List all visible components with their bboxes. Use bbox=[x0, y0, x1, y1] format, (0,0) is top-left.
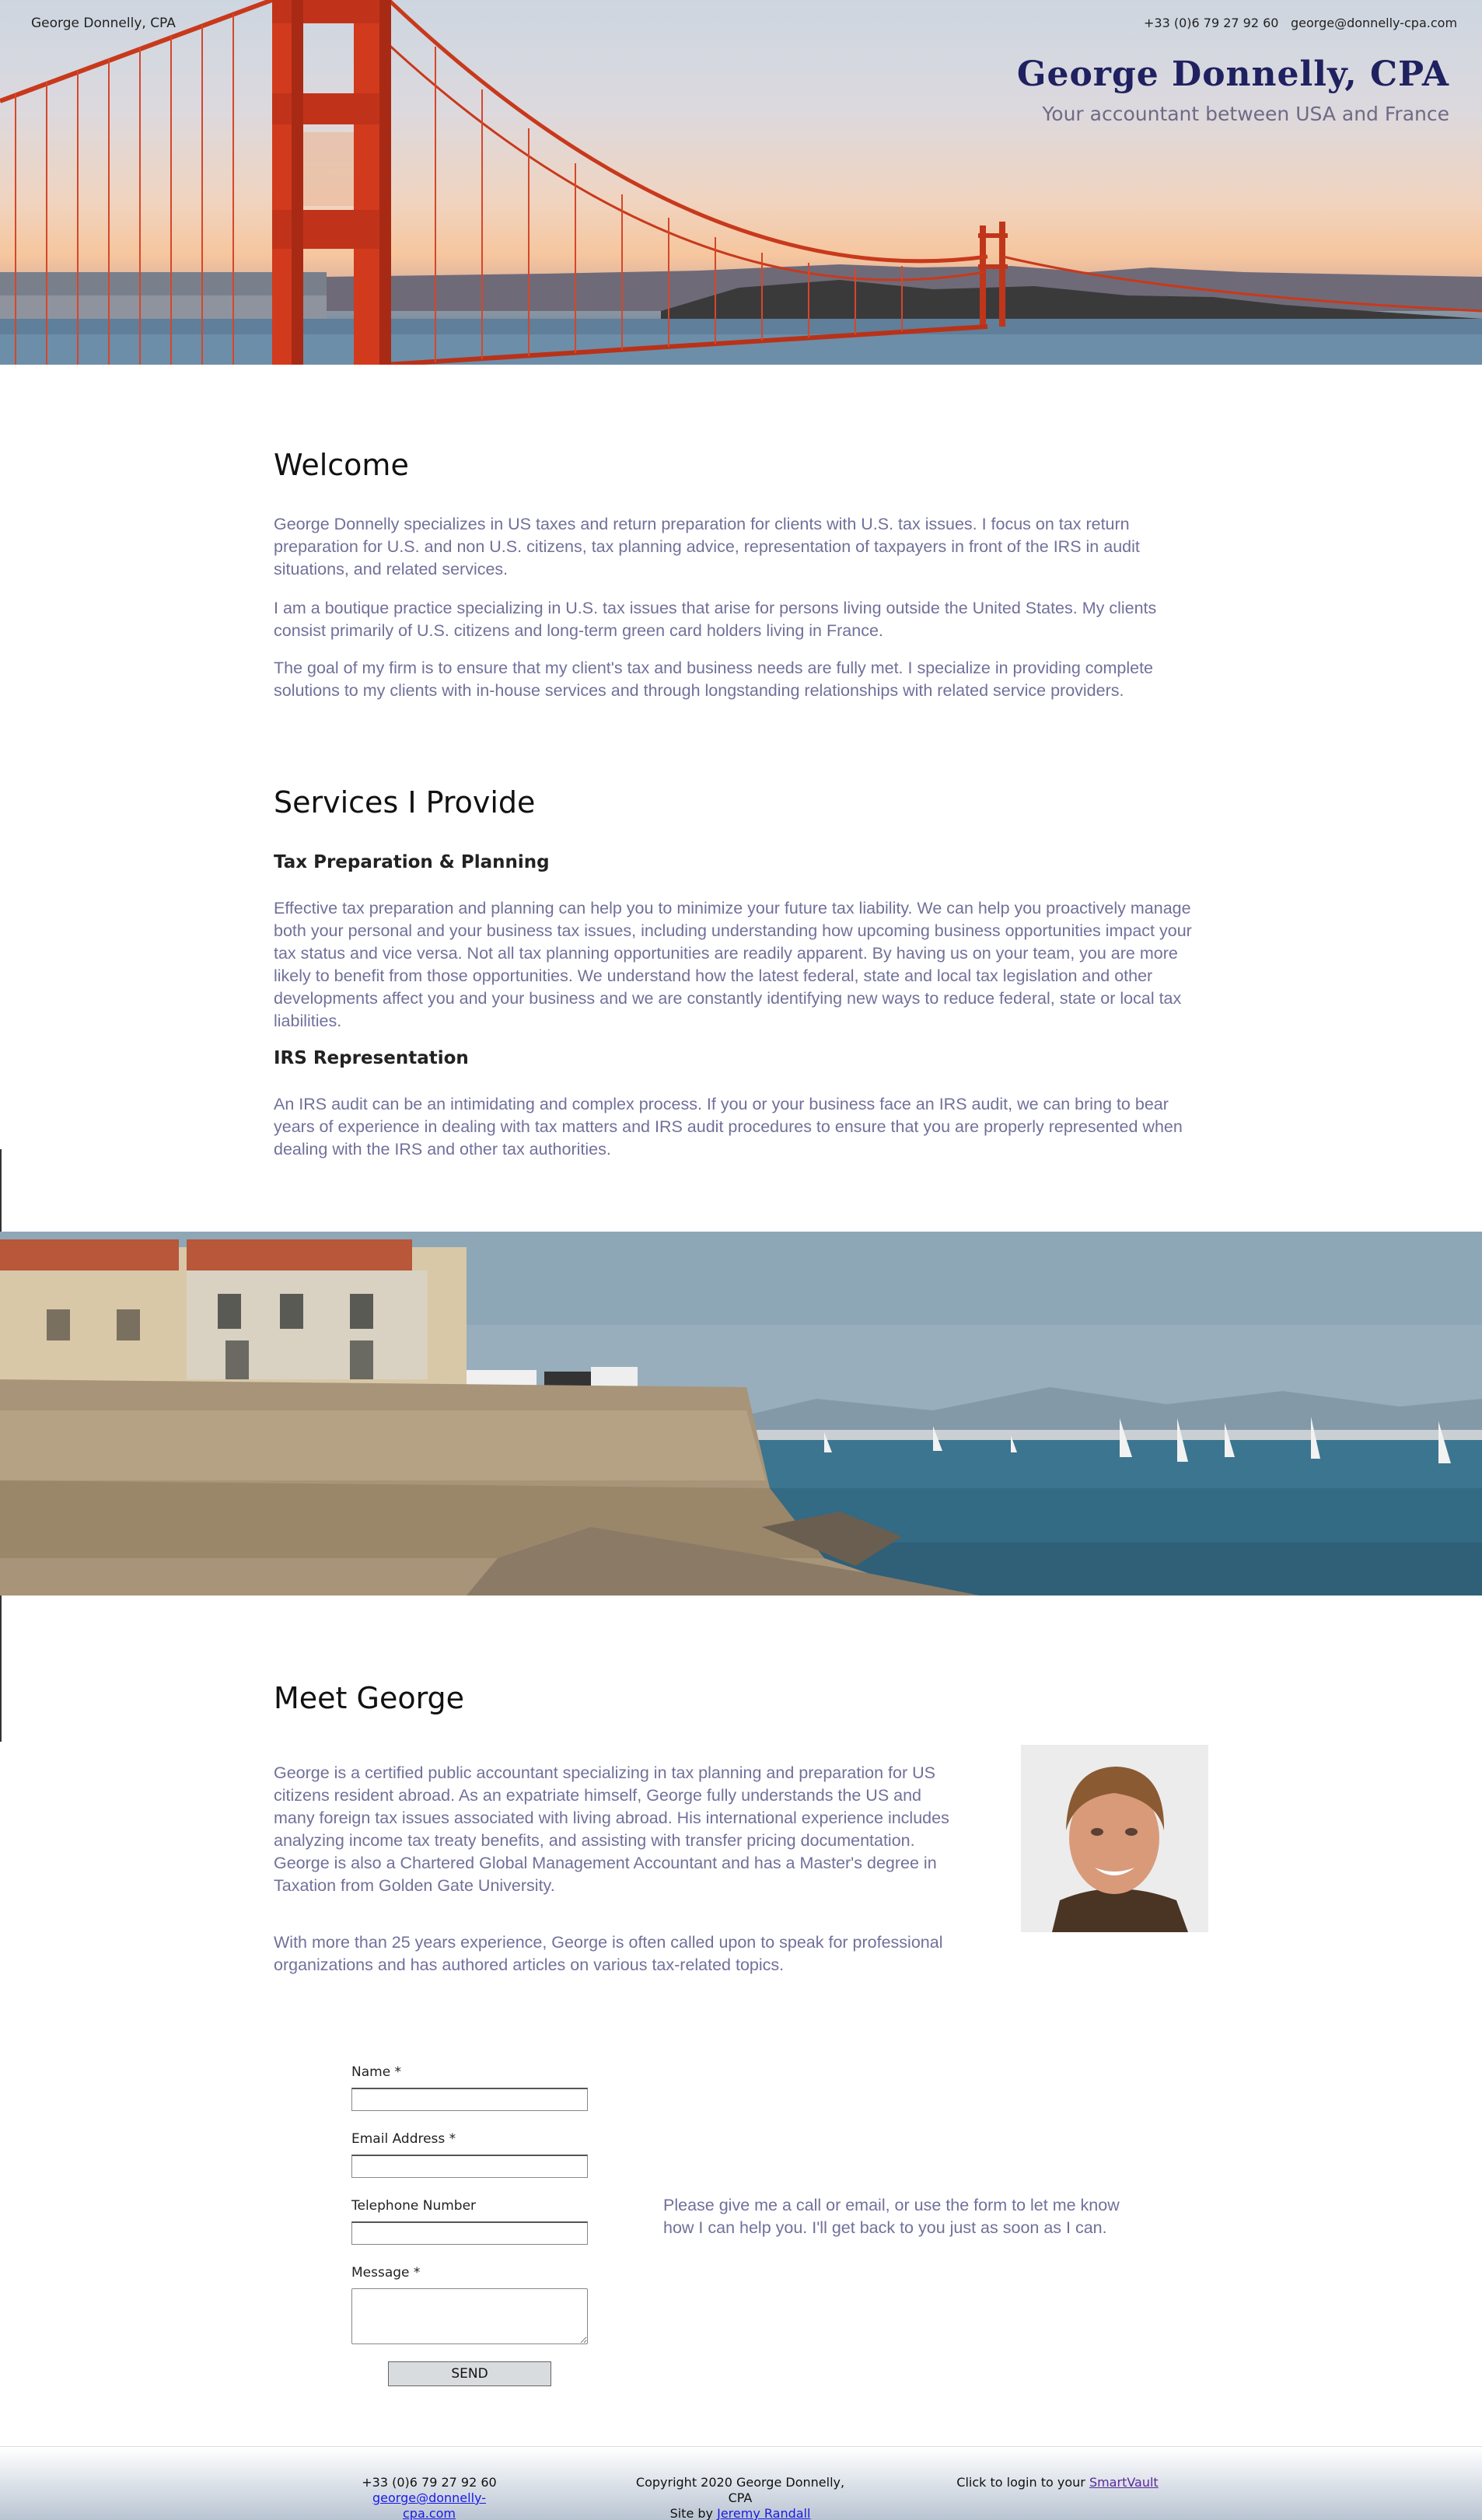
meet-heading: Meet George bbox=[274, 1681, 465, 1715]
site-name[interactable]: George Donnelly, CPA bbox=[31, 16, 176, 31]
footer-credits: Copyright 2020 George Donnelly, CPA Site… bbox=[631, 2475, 849, 2520]
footer-contact: +33 (0)6 79 27 92 60 george@donnelly-cpa… bbox=[351, 2475, 507, 2520]
hero-tagline: Your accountant between USA and France bbox=[1042, 103, 1449, 125]
name-input[interactable] bbox=[351, 2088, 588, 2111]
header-email[interactable]: george@donnelly-cpa.com bbox=[1291, 16, 1457, 30]
welcome-paragraph-3: The goal of my firm is to ensure that my… bbox=[274, 659, 1153, 700]
footer-copyright: Copyright 2020 George Donnelly, CPA bbox=[635, 2475, 845, 2505]
send-button[interactable]: SEND bbox=[388, 2361, 551, 2386]
footer-phone[interactable]: +33 (0)6 79 27 92 60 bbox=[351, 2475, 507, 2490]
hero-banner: George Donnelly, CPA +33 (0)6 79 27 92 6… bbox=[0, 0, 1482, 365]
smartvault-link[interactable]: SmartVault bbox=[1089, 2475, 1159, 2490]
footer-login-prefix: Click to login to your bbox=[956, 2475, 1085, 2490]
header-phone[interactable]: +33 (0)6 79 27 92 60 bbox=[1144, 16, 1278, 30]
footer-site-by: Site by Jeremy Randall bbox=[631, 2506, 849, 2520]
email-input[interactable] bbox=[351, 2155, 588, 2178]
message-textarea[interactable] bbox=[351, 2288, 588, 2344]
welcome-paragraph-2: I am a boutique practice specializing in… bbox=[274, 599, 1157, 640]
email-label: Email Address * bbox=[351, 2131, 456, 2147]
footer-site-by-prefix: Site by bbox=[669, 2506, 713, 2520]
service-title-tax-preparation: Tax Preparation & Planning bbox=[274, 852, 550, 872]
hero-title: George Donnelly, CPA bbox=[1016, 54, 1449, 94]
antibes-photo bbox=[0, 1232, 1482, 1596]
service-text-irs-representation: An IRS audit can be an intimidating and … bbox=[274, 1095, 1183, 1159]
welcome-heading: Welcome bbox=[274, 448, 409, 482]
footer-designer-link[interactable]: Jeremy Randall bbox=[717, 2506, 810, 2520]
contact-invitation-text: Please give me a call or email, or use t… bbox=[663, 2196, 1120, 2237]
telephone-input[interactable] bbox=[351, 2221, 588, 2245]
george-portrait bbox=[1021, 1745, 1208, 1932]
footer: +33 (0)6 79 27 92 60 george@donnelly-cpa… bbox=[0, 2446, 1482, 2520]
coastal-rampart-image bbox=[0, 1232, 1482, 1596]
welcome-paragraph-1: George Donnelly specializes in US taxes … bbox=[274, 515, 1140, 578]
service-title-irs-representation: IRS Representation bbox=[274, 1048, 469, 1068]
name-label: Name * bbox=[351, 2064, 402, 2080]
message-label: Message * bbox=[351, 2265, 421, 2281]
meet-paragraph-2: With more than 25 years experience, Geor… bbox=[274, 1933, 943, 1974]
footer-email-link[interactable]: george@donnelly-cpa.com bbox=[372, 2490, 486, 2520]
telephone-label: Telephone Number bbox=[351, 2198, 477, 2214]
service-text-tax-preparation: Effective tax preparation and planning c… bbox=[274, 899, 1192, 1030]
footer-login: Click to login to your SmartVault bbox=[956, 2475, 1159, 2490]
services-heading: Services I Provide bbox=[274, 785, 536, 820]
george-portrait-image bbox=[1021, 1745, 1208, 1932]
meet-paragraph-1: George is a certified public accountant … bbox=[274, 1763, 949, 1895]
